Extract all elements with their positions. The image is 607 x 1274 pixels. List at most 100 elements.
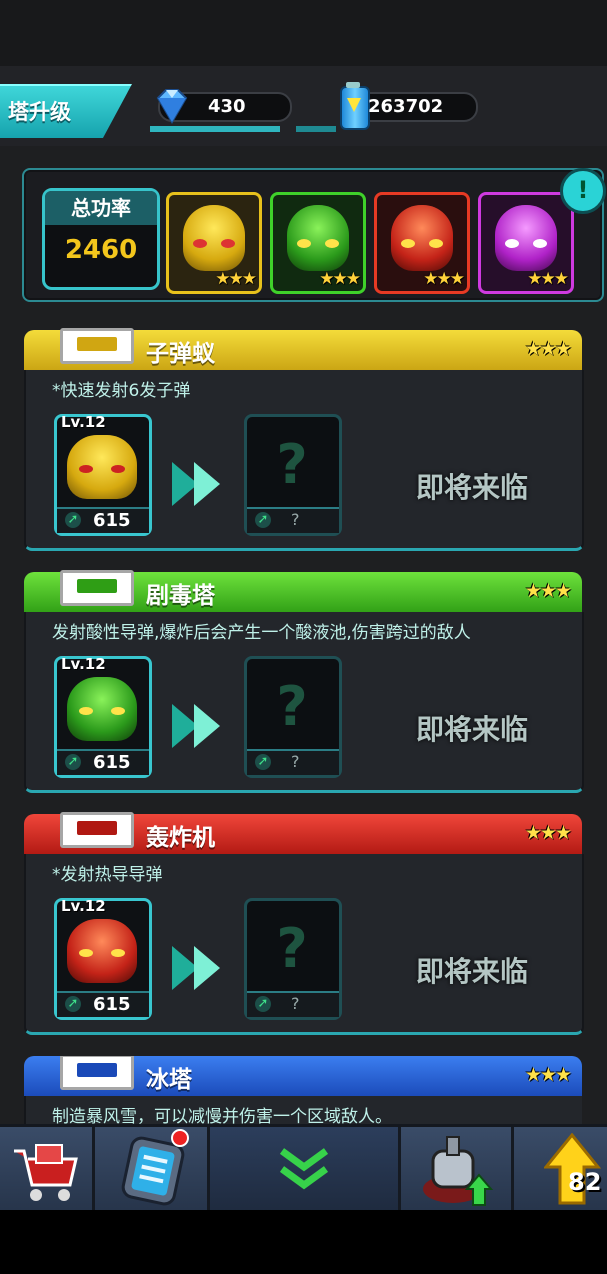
gem-counter: 430 <box>156 89 292 124</box>
energy-count: 263702 <box>368 96 444 117</box>
power-row: ➚ 615 <box>57 507 149 533</box>
tower-stars: ★★★ <box>423 269 465 289</box>
page-title: 塔升级 <box>8 100 71 124</box>
tower-upgrade-button[interactable] <box>401 1127 514 1213</box>
header-decoration <box>296 126 336 132</box>
shopping-cart-icon <box>14 1144 78 1201</box>
coming-soon-label: 即将来临 <box>416 471 529 504</box>
status-bar <box>0 0 607 66</box>
power-arrow-icon: ➚ <box>65 996 81 1012</box>
tower-portrait-green[interactable]: ★★★ <box>270 192 366 294</box>
power-row: ➚ 615 <box>57 749 149 775</box>
red-robot-icon <box>67 919 137 983</box>
tower-power: 615 <box>93 510 131 531</box>
red-robot-icon <box>391 205 453 271</box>
next-power: ? <box>291 752 300 771</box>
tower-portrait-purple[interactable]: ★★★ <box>478 192 574 294</box>
tower-stars: ★★★ <box>524 1064 572 1086</box>
purple-robot-icon <box>495 205 557 271</box>
tower-name: 剧毒塔 <box>146 583 215 609</box>
system-nav-bar <box>0 1210 607 1274</box>
tower-card-bullet-ant[interactable]: 子弹蚁 ★★★ *快速发射6发子弹 Lv.12 ➚ 615 ? ➚? 即将来临 <box>24 328 584 552</box>
tower-card-bomber[interactable]: 轰炸机 ★★★ *发射热导导弹 Lv.12 ➚ 615 ? ➚? 即将来临 <box>24 812 584 1036</box>
green-robot-icon <box>67 677 137 741</box>
tower-stars: ★★★ <box>319 269 361 289</box>
missions-button[interactable] <box>95 1127 210 1213</box>
tower-portrait-red[interactable]: ★★★ <box>374 192 470 294</box>
tower-summary-panel: 总功率 2460 ★★★ ★★★ ★★★ ★★★ <box>22 168 604 302</box>
card-type-badge <box>60 328 134 364</box>
total-power-label: 总功率 <box>45 191 157 225</box>
card-header: 剧毒塔 ★★★ <box>24 570 582 614</box>
tower-level: Lv.12 <box>61 655 106 673</box>
shop-button[interactable] <box>0 1127 95 1213</box>
collapse-button[interactable] <box>210 1127 401 1213</box>
card-body: 发射酸性导弹,爆炸后会产生一个酸液池,伤害跨过的敌人 Lv.12 ➚ 615 ? … <box>24 612 584 793</box>
energy-counter: 263702 <box>340 82 478 130</box>
tower-card-ice[interactable]: 冰塔 ★★★ 制造暴风雪，可以减慢并伤害一个区域敌人。 <box>24 1056 582 1124</box>
green-robot-icon <box>287 205 349 271</box>
card-type-badge <box>60 812 134 848</box>
tower-card-poison[interactable]: 剧毒塔 ★★★ 发射酸性导弹,爆炸后会产生一个酸液池,伤害跨过的敌人 Lv.12… <box>24 570 584 794</box>
tower-name: 子弹蚁 <box>146 341 215 367</box>
power-arrow-icon: ➚ <box>65 754 81 770</box>
power-arrow-icon: ➚ <box>255 996 271 1012</box>
tower-portrait-yellow[interactable]: ★★★ <box>166 192 262 294</box>
notification-dot <box>171 1129 189 1147</box>
locked-tower-slot: ? ➚? <box>244 414 342 536</box>
next-power: ? <box>291 510 300 529</box>
card-type-badge <box>60 570 134 606</box>
upgrade-arrows-icon <box>172 946 234 990</box>
tower-stars: ★★★ <box>527 269 569 289</box>
power-arrow-icon: ➚ <box>65 512 81 528</box>
tower-power: 615 <box>93 994 131 1015</box>
power-row: ➚? <box>247 749 339 775</box>
energy-can-icon <box>340 82 370 130</box>
power-row: ➚? <box>247 991 339 1017</box>
card-type-badge <box>60 1056 134 1090</box>
tower-description: *发射热导导弹 <box>52 865 163 885</box>
chevron-down-icon <box>279 1148 329 1190</box>
tower-stars: ★★★ <box>215 269 257 289</box>
card-header: 子弹蚁 ★★★ <box>24 328 582 372</box>
upgrade-count: 82 <box>568 1168 602 1196</box>
current-tower-slot[interactable]: Lv.12 ➚ 615 <box>54 897 152 1020</box>
tower-stars: ★★★ <box>524 338 572 360</box>
tower-stars: ★★★ <box>524 822 572 844</box>
card-header: 轰炸机 ★★★ <box>24 812 582 856</box>
card-body: 制造暴风雪，可以减慢并伤害一个区域敌人。 <box>24 1096 582 1124</box>
tower-name: 冰塔 <box>146 1067 192 1093</box>
power-row: ➚? <box>247 507 339 533</box>
bottom-toolbar <box>0 1124 607 1213</box>
header-decoration <box>150 126 280 132</box>
question-mark-icon: ? <box>276 675 308 738</box>
coming-soon-label: 即将来临 <box>416 713 529 746</box>
current-tower-slot[interactable]: Lv.12 ➚ 615 <box>54 655 152 778</box>
total-power-value: 2460 <box>64 235 138 265</box>
question-mark-icon: ? <box>276 433 308 496</box>
tower-name: 轰炸机 <box>146 825 215 851</box>
locked-tower-slot: ? ➚? <box>244 656 342 778</box>
upgrade-arrows-icon <box>172 462 234 506</box>
upgrade-arrows-icon <box>172 704 234 748</box>
yellow-robot-icon <box>67 435 137 499</box>
total-power-box: 总功率 2460 <box>42 188 160 290</box>
tower-power: 615 <box>93 752 131 773</box>
gem-count: 430 <box>208 96 246 117</box>
gem-icon <box>156 89 188 124</box>
info-button[interactable]: ! <box>560 168 606 214</box>
locked-tower-slot: ? ➚? <box>244 898 342 1020</box>
power-row: ➚ 615 <box>57 991 149 1017</box>
tower-description: 制造暴风雪，可以减慢并伤害一个区域敌人。 <box>52 1107 392 1124</box>
yellow-robot-icon <box>183 205 245 271</box>
turret-upgrade-icon <box>423 1136 494 1206</box>
next-power: ? <box>291 994 300 1013</box>
card-body: *快速发射6发子弹 Lv.12 ➚ 615 ? ➚? 即将来临 <box>24 370 584 551</box>
tower-stars: ★★★ <box>524 580 572 602</box>
card-header: 冰塔 ★★★ <box>24 1056 582 1098</box>
tower-level: Lv.12 <box>61 897 106 915</box>
current-tower-slot[interactable]: Lv.12 ➚ 615 <box>54 413 152 536</box>
tower-description: 发射酸性导弹,爆炸后会产生一个酸液池,伤害跨过的敌人 <box>52 623 471 643</box>
question-mark-icon: ? <box>276 917 308 980</box>
card-body: *发射热导导弹 Lv.12 ➚ 615 ? ➚? 即将来临 <box>24 854 584 1035</box>
